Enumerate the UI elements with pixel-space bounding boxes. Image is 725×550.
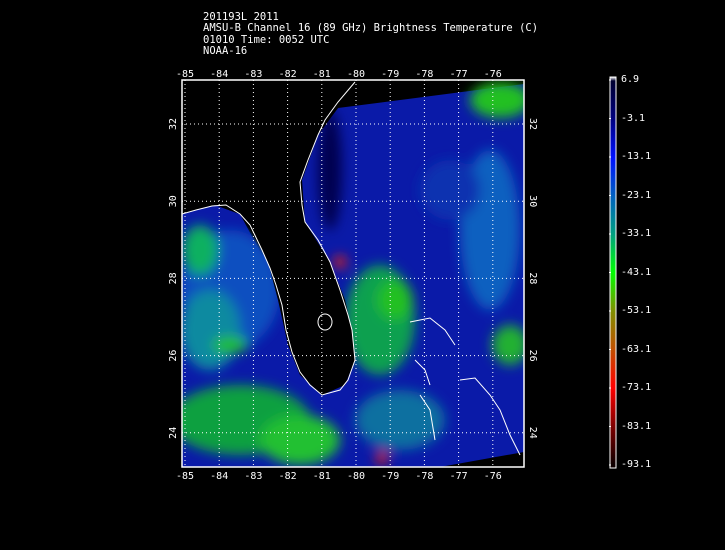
lon-tick-label-bottom: -84 <box>210 471 228 482</box>
lat-tick-label-right: 32 <box>527 118 538 130</box>
lon-tick-label-bottom: -85 <box>176 471 194 482</box>
lon-tick-label-bottom: -82 <box>279 471 297 482</box>
lon-tick-label-top: -83 <box>244 69 262 80</box>
lon-tick-label-bottom: -79 <box>381 471 399 482</box>
colorbar-label: -73.1 <box>621 382 652 393</box>
colorbar-label: -33.1 <box>621 228 652 239</box>
lon-tick-label-top: -79 <box>381 69 399 80</box>
lon-tick-label-bottom: -77 <box>450 471 468 482</box>
lat-tick-label-right: 28 <box>527 272 538 284</box>
colorbar-label: -43.1 <box>621 266 652 278</box>
lat-tick-label-left: 28 <box>168 272 179 284</box>
lon-tick-label-top: -77 <box>450 69 468 80</box>
lon-tick-label-bottom: -78 <box>415 471 433 482</box>
lat-tick-label-right: 24 <box>527 427 538 439</box>
lat-tick-label-left: 24 <box>168 427 179 439</box>
lat-tick-label-right: 30 <box>527 195 538 207</box>
colorbar-label: -13.1 <box>621 151 652 162</box>
lon-tick-label-top: -76 <box>484 69 502 80</box>
colorbar-label: -53.1 <box>621 305 652 316</box>
lon-tick-label-top: -81 <box>313 69 331 80</box>
lon-tick-label-bottom: -80 <box>347 471 365 482</box>
lon-tick-label-top: -82 <box>279 69 297 80</box>
lat-tick-label-left: 32 <box>168 118 179 130</box>
lon-tick-label-bottom: -83 <box>244 471 262 482</box>
lon-tick-label-top: -78 <box>415 69 433 80</box>
colorbar-label: -83.1 <box>621 420 652 432</box>
colorbar-label: -3.1 <box>621 112 646 124</box>
colorbar-label: -93.1 <box>621 459 652 470</box>
lat-tick-label-left: 30 <box>168 195 179 207</box>
lon-tick-label-bottom: -76 <box>484 471 502 482</box>
colorbar <box>609 76 617 469</box>
lon-tick-label-top: -80 <box>347 69 365 80</box>
title-line-product: AMSU-B Channel 16 (89 GHz) Brightness Te… <box>203 22 539 34</box>
satellite-swath <box>182 80 524 467</box>
colorbar-label: -23.1 <box>621 189 652 201</box>
lon-tick-label-top: -84 <box>210 69 228 80</box>
title-line-satellite: NOAA-16 <box>203 45 248 57</box>
brightness-temperature-map: -85 -85 -84 -84 -83 -83 -82 -82 -81 -81 -80 -80 -79 -… <box>168 69 617 482</box>
lon-tick-label-top: -85 <box>176 69 194 80</box>
lon-tick-label-bottom: -81 <box>313 471 331 482</box>
colorbar-label: 6.9 <box>621 74 640 85</box>
lat-tick-label-left: 26 <box>168 350 179 362</box>
lat-tick-label-right: 26 <box>527 350 538 362</box>
colorbar-label: -63.1 <box>621 343 652 355</box>
